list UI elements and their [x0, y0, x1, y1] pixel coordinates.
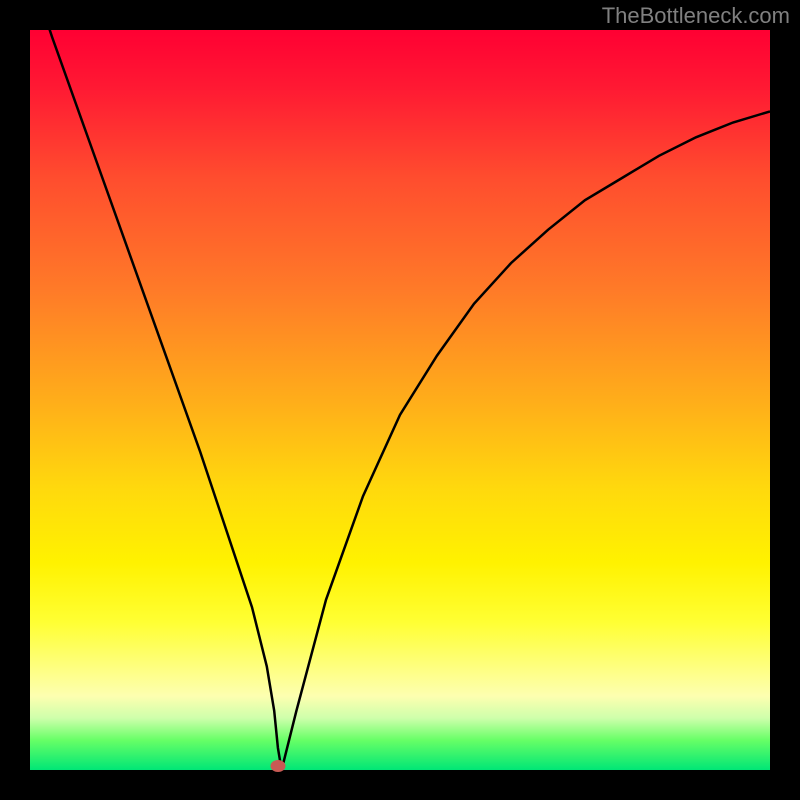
- optimum-marker: [270, 760, 285, 772]
- watermark-text: TheBottleneck.com: [602, 3, 790, 29]
- bottleneck-curve: [30, 30, 770, 770]
- chart-curve-svg: [30, 30, 770, 770]
- chart-plot-area: [30, 30, 770, 770]
